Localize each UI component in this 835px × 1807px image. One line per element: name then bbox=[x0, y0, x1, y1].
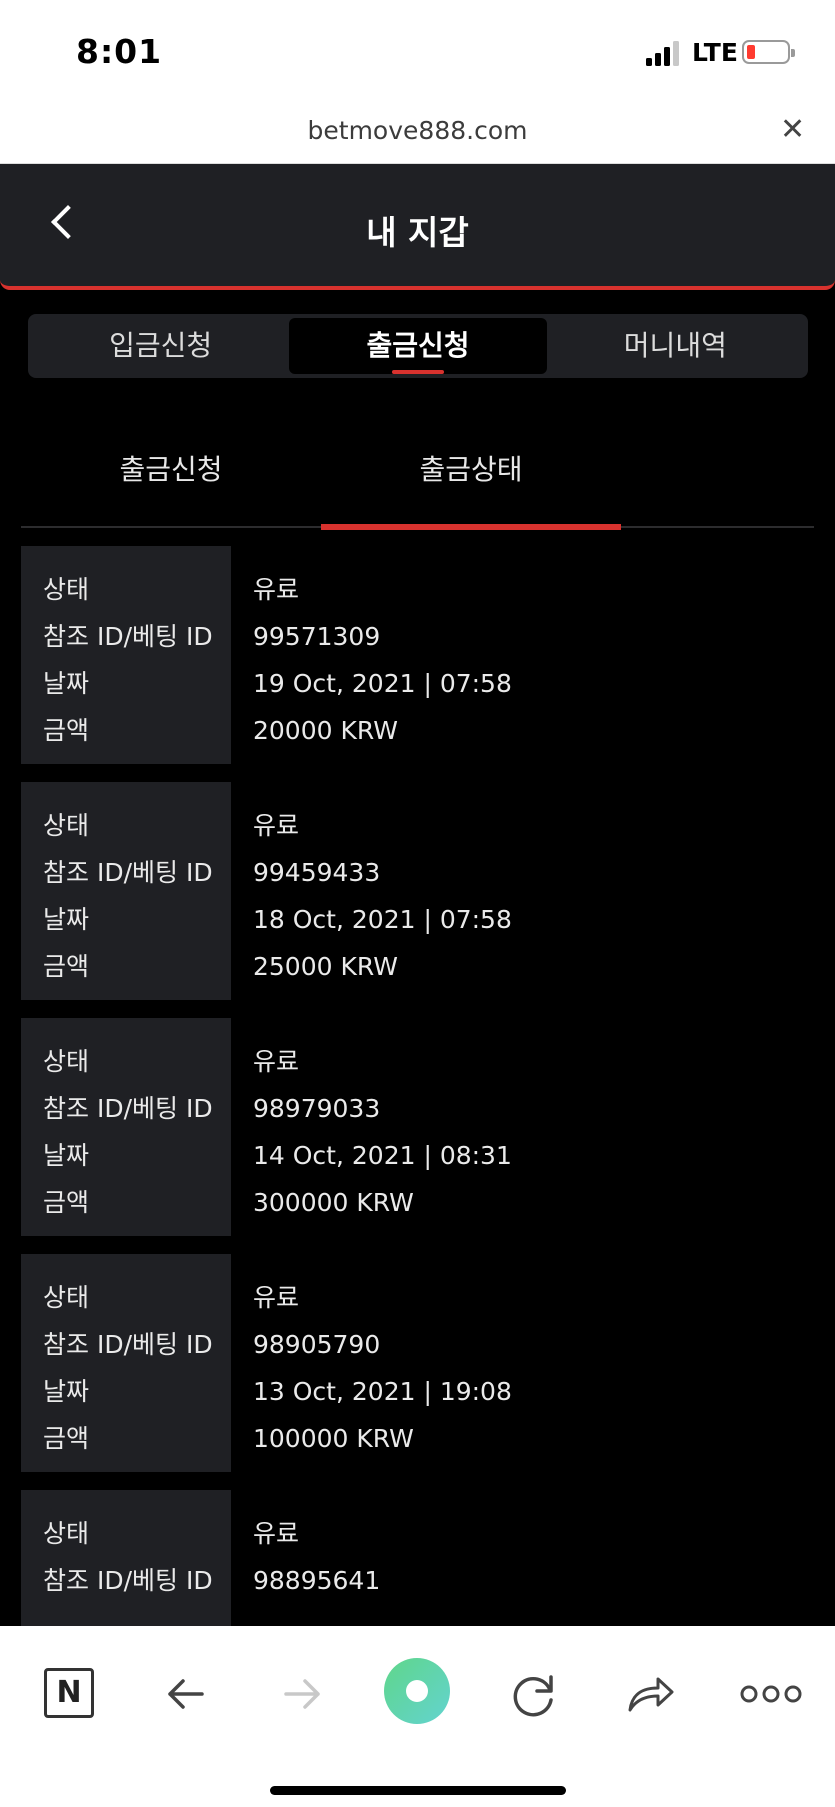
label-date: 날짜 bbox=[43, 669, 90, 698]
app-header: 내 지갑 bbox=[0, 164, 835, 290]
url-text[interactable]: betmove888.com bbox=[0, 116, 835, 145]
record-date: 13 Oct, 2021 | 19:08 bbox=[253, 1377, 512, 1406]
record-card: 상태 참조 ID/베팅 ID 날짜 금액 유료 98905790 13 Oct,… bbox=[21, 1254, 814, 1474]
page-title: 내 지갑 bbox=[366, 213, 469, 252]
tab-label: 머니내역 bbox=[623, 329, 727, 362]
forward-arrow-icon bbox=[284, 1679, 320, 1709]
record-card: 상태 참조 ID/베팅 ID 유료 98895641 bbox=[21, 1490, 814, 1626]
record-ref-id: 98979033 bbox=[253, 1094, 381, 1123]
tab-label: 입금신청 bbox=[109, 329, 213, 362]
label-status: 상태 bbox=[43, 575, 90, 604]
record-amount: 100000 KRW bbox=[253, 1424, 414, 1453]
record-card: 상태 참조 ID/베팅 ID 날짜 금액 유료 98979033 14 Oct,… bbox=[21, 1018, 814, 1238]
label-ref-id: 참조 ID/베팅 ID bbox=[43, 1330, 213, 1359]
network-label: LTE bbox=[692, 38, 738, 67]
subtab-withdraw-request[interactable]: 출금신청 bbox=[21, 448, 321, 526]
withdrawal-records-list[interactable]: 상태 참조 ID/베팅 ID 날짜 금액 유료 99571309 19 Oct,… bbox=[21, 546, 814, 1626]
share-icon[interactable] bbox=[620, 1664, 680, 1724]
label-status: 상태 bbox=[43, 811, 90, 840]
browser-toolbar: N bbox=[0, 1626, 835, 1807]
label-status: 상태 bbox=[43, 1047, 90, 1076]
sub-tabs: 출금신청 출금상태 bbox=[21, 430, 814, 530]
label-ref-id: 참조 ID/베팅 ID bbox=[43, 622, 213, 651]
tab-label: 출금신청 bbox=[366, 329, 470, 362]
record-status: 유료 bbox=[253, 811, 300, 840]
tab-withdraw-request[interactable]: 출금신청 bbox=[289, 318, 547, 374]
active-subtab-indicator bbox=[321, 524, 621, 530]
home-indicator bbox=[270, 1786, 566, 1795]
close-icon[interactable]: ✕ bbox=[780, 112, 805, 147]
status-bar: 8:01 LTE bbox=[0, 0, 835, 102]
record-date: 19 Oct, 2021 | 07:58 bbox=[253, 669, 512, 698]
label-amount: 금액 bbox=[43, 716, 90, 745]
label-status: 상태 bbox=[43, 1519, 90, 1548]
n-icon[interactable]: N bbox=[44, 1668, 94, 1718]
signal-icon bbox=[646, 40, 682, 66]
record-status: 유료 bbox=[253, 1047, 300, 1076]
subtab-label: 출금상태 bbox=[419, 453, 523, 486]
label-amount: 금액 bbox=[43, 1188, 90, 1217]
record-ref-id: 99571309 bbox=[253, 622, 381, 651]
reload-icon[interactable] bbox=[503, 1664, 563, 1724]
label-status: 상태 bbox=[43, 1283, 90, 1312]
record-status: 유료 bbox=[253, 1519, 300, 1548]
browser-url-bar: betmove888.com ✕ bbox=[0, 102, 835, 164]
record-card: 상태 참조 ID/베팅 ID 날짜 금액 유료 99571309 19 Oct,… bbox=[21, 546, 814, 766]
main-tabs: 입금신청 출금신청 머니내역 bbox=[28, 314, 808, 378]
label-amount: 금액 bbox=[43, 952, 90, 981]
active-tab-indicator bbox=[391, 370, 444, 374]
record-amount: 25000 KRW bbox=[253, 952, 398, 981]
record-date: 14 Oct, 2021 | 08:31 bbox=[253, 1141, 512, 1170]
record-ref-id: 98905790 bbox=[253, 1330, 381, 1359]
subtab-label: 출금신청 bbox=[119, 453, 223, 486]
label-ref-id: 참조 ID/베팅 ID bbox=[43, 1566, 213, 1595]
label-date: 날짜 bbox=[43, 1141, 90, 1170]
label-ref-id: 참조 ID/베팅 ID bbox=[43, 1094, 213, 1123]
label-date: 날짜 bbox=[43, 905, 90, 934]
record-amount: 20000 KRW bbox=[253, 716, 398, 745]
subtab-withdraw-status[interactable]: 출금상태 bbox=[321, 448, 621, 530]
record-ref-id: 98895641 bbox=[253, 1566, 381, 1595]
label-date: 날짜 bbox=[43, 1377, 90, 1406]
record-date: 18 Oct, 2021 | 07:58 bbox=[253, 905, 512, 934]
home-circle-icon[interactable] bbox=[382, 1656, 452, 1726]
status-time: 8:01 bbox=[76, 32, 163, 71]
tab-deposit-request[interactable]: 입금신청 bbox=[32, 318, 289, 374]
back-arrow-icon[interactable] bbox=[156, 1664, 216, 1724]
label-ref-id: 참조 ID/베팅 ID bbox=[43, 858, 213, 887]
battery-icon bbox=[742, 40, 795, 64]
record-amount: 300000 KRW bbox=[253, 1188, 414, 1217]
label-amount: 금액 bbox=[43, 1424, 90, 1453]
more-icon[interactable] bbox=[736, 1664, 806, 1724]
record-status: 유료 bbox=[253, 1283, 300, 1312]
record-card: 상태 참조 ID/베팅 ID 날짜 금액 유료 99459433 18 Oct,… bbox=[21, 782, 814, 1002]
record-status: 유료 bbox=[253, 575, 300, 604]
tab-money-history[interactable]: 머니내역 bbox=[547, 318, 804, 374]
record-ref-id: 99459433 bbox=[253, 858, 381, 887]
